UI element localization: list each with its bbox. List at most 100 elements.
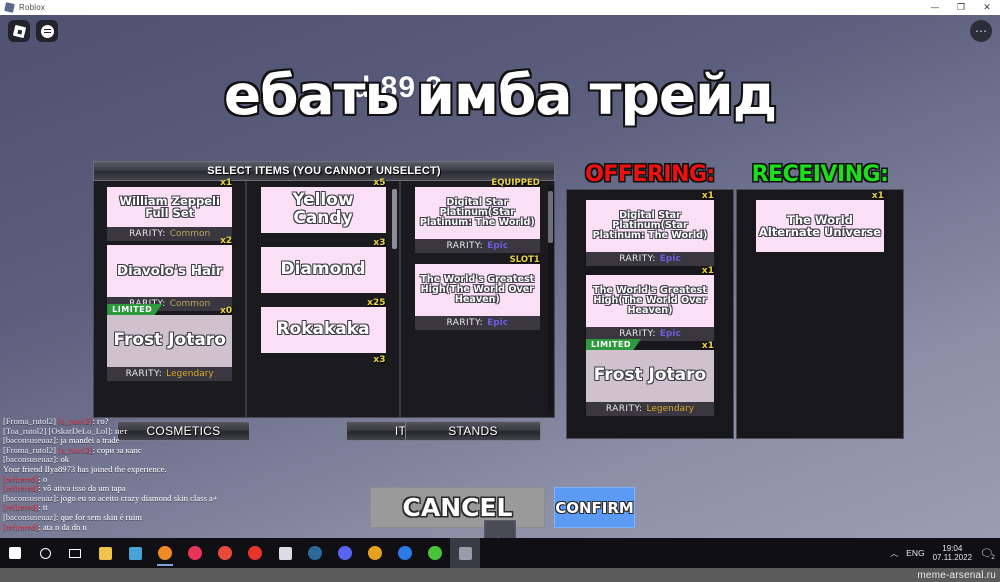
chat-segment: : ja mandei a trade <box>55 436 120 446</box>
chat-segment: [refirered] <box>3 484 39 494</box>
item-box: William Zeppeli Full Set <box>107 187 233 227</box>
item-box: The World Alternate Universe <box>756 200 884 252</box>
minimize-button[interactable]: — <box>922 0 948 15</box>
item-box: Diavolo's Hair <box>107 245 233 297</box>
start-icon[interactable] <box>0 538 30 568</box>
chat-segment: [refirered] <box>3 522 39 532</box>
scrollbar-thumb[interactable] <box>548 191 553 243</box>
opera-gx-icon[interactable] <box>180 538 210 568</box>
item-box: Digital Star Platinum(Star Platinum: The… <box>414 187 540 239</box>
item-name: Yellow Candy <box>292 190 354 228</box>
steam-icon[interactable] <box>300 538 330 568</box>
maximize-button[interactable]: ❐ <box>948 0 974 15</box>
inventory-item[interactable]: SLOT1 The World's Greatest High(The Worl… <box>414 255 540 330</box>
rarity-label: RARITY: <box>605 404 643 414</box>
chat-line: [Froma_rutol2] [a_rutol2]: го? <box>3 417 238 427</box>
tray-clock[interactable]: 19:04 07.11.2022 <box>933 544 972 562</box>
items-column-scrollbar[interactable] <box>391 189 397 249</box>
chat-segment: [baconsuseuaz] <box>3 436 56 446</box>
opera-icon[interactable] <box>240 538 270 568</box>
file-explorer-icon[interactable] <box>90 538 120 568</box>
item-count-tag: x1 <box>701 341 714 351</box>
tab-stands[interactable]: STANDS <box>405 421 541 441</box>
rarity-label: RARITY: <box>129 229 166 239</box>
rarity-value: Epic <box>659 254 681 264</box>
item-count-tag: x1 <box>871 191 884 201</box>
search-icon[interactable] <box>30 538 60 568</box>
zoom-icon[interactable] <box>390 538 420 568</box>
more-dots-icon[interactable]: ⋯ <box>970 20 992 42</box>
receiving-item[interactable]: x1 The World Alternate Universe <box>756 191 884 252</box>
chat-segment: [baconsuseuaz] <box>3 512 56 522</box>
item-box: Yellow Candy <box>260 187 386 233</box>
inventory-item[interactable]: x5 Yellow Candy <box>260 178 386 233</box>
item-name: Diavolo's Hair <box>116 262 223 279</box>
inventory-scrollbar[interactable] <box>548 185 553 413</box>
chat-segment: : o <box>38 474 48 484</box>
chat-segment: [a_rutol2] <box>58 417 93 426</box>
firefox-icon[interactable] <box>150 538 180 568</box>
sticky-notes-icon[interactable] <box>120 538 150 568</box>
item-count-tag: x25 <box>367 298 386 308</box>
inventory-item[interactable]: x3 Diamond <box>260 238 386 293</box>
inventory-item[interactable]: x25 Rokakaka x3 <box>260 298 386 365</box>
roblox-menu-button[interactable] <box>8 20 30 42</box>
chat-line: [Toa_rutol2] [OskarDeLo_Lol]: нет <box>3 427 238 437</box>
utorrent-icon-glyph <box>368 546 382 560</box>
chat-line: Your friend Ilya8973 has joined the expe… <box>3 465 238 475</box>
inventory-item[interactable]: x1 William Zeppeli Full Set RARITY: Comm… <box>107 178 233 241</box>
roblox-chat-button[interactable] <box>36 20 58 42</box>
chat-line: [baconsuseuaz]: que for sem skin é ruim <box>3 513 238 523</box>
offering-item[interactable]: x1 Digital Star Platinum(Star Platinum: … <box>586 191 714 266</box>
rarity-value: Legendary <box>646 404 695 414</box>
roblox-top-buttons <box>8 20 58 42</box>
roblox-taskbar-icon[interactable] <box>450 538 480 568</box>
receiving-panel: RECEIVING: x1 The World Alternate Univer… <box>736 161 904 439</box>
utorrent2-icon[interactable] <box>420 538 450 568</box>
tray-language[interactable]: ENG <box>906 548 924 558</box>
utorrent-icon[interactable] <box>360 538 390 568</box>
rarity-label: RARITY: <box>619 329 656 339</box>
item-count-tag: x2 <box>220 236 233 246</box>
item-name: The World's Greatest High(The World Over… <box>593 284 707 317</box>
app-icon[interactable] <box>270 538 300 568</box>
tray-time: 19:04 <box>942 544 963 553</box>
chat-segment: : vô ativa isso da um tapa <box>38 484 126 494</box>
chrome-icon[interactable] <box>210 538 240 568</box>
tray-expand-icon[interactable]: ︿ <box>890 548 898 559</box>
task-view-icon-glyph <box>69 548 81 558</box>
chat-line: [refirered]: o <box>3 475 238 485</box>
item-status-tag: EQUIPPED <box>491 178 540 188</box>
item-rarity-bar: RARITY: Common <box>107 227 233 241</box>
chat-line: [baconsuseuaz]: jogo eu so aceito crazy … <box>3 494 238 504</box>
item-count-tag: x0 <box>220 306 233 316</box>
confirm-button[interactable]: CONFIRM <box>554 487 635 528</box>
chat-segment: [refirered] <box>3 503 39 513</box>
rarity-label: RARITY: <box>619 254 656 264</box>
item-name: William Zeppeli Full Set <box>119 193 220 220</box>
inventory-item[interactable]: EQUIPPED Digital Star Platinum(Star Plat… <box>414 178 540 253</box>
inventory-item[interactable]: x2 Diavolo's Hair RARITY: Common <box>107 236 233 311</box>
inventory-panel: SELECT ITEMS (YOU CANNOT UNSELECT) x1 Wi… <box>93 161 555 419</box>
item-rarity-bar: RARITY: Legendary <box>586 402 714 416</box>
item-count-tag: x5 <box>373 178 386 188</box>
item-box: Rokakaka <box>260 307 386 353</box>
rarity-value: Epic <box>487 241 509 251</box>
item-count-tag: x1 <box>701 266 714 276</box>
window-title: Roblox <box>19 3 46 12</box>
offering-item[interactable]: x1 The World's Greatest High(The World O… <box>586 266 714 341</box>
chat-segment: : que for sem skin é ruim <box>55 512 142 522</box>
chat-segment: [Froma_rutol2] <box>3 445 59 455</box>
chat-line: [refirered]: vô ativa isso da um tapa <box>3 484 238 494</box>
rarity-value: Common <box>169 299 211 309</box>
task-view-icon[interactable] <box>60 538 90 568</box>
discord-icon[interactable] <box>330 538 360 568</box>
inventory-item[interactable]: LIMITED x0 Frost Jotaro RARITY: Legendar… <box>107 304 233 381</box>
chat-line: [Froma_rutol2] [a_rutol2]: сори за капс <box>3 446 238 456</box>
offering-item[interactable]: LIMITED x1 Frost Jotaro RARITY: Legendar… <box>586 339 714 416</box>
notification-icon[interactable]: 🗨 2 <box>980 547 997 562</box>
cancel-button[interactable]: CANCEL <box>370 487 545 528</box>
close-button[interactable]: ✕ <box>974 0 1000 15</box>
item-name: The World's Greatest High(The World Over… <box>420 273 535 306</box>
watermark: meme-arsenal.ru <box>917 569 996 581</box>
